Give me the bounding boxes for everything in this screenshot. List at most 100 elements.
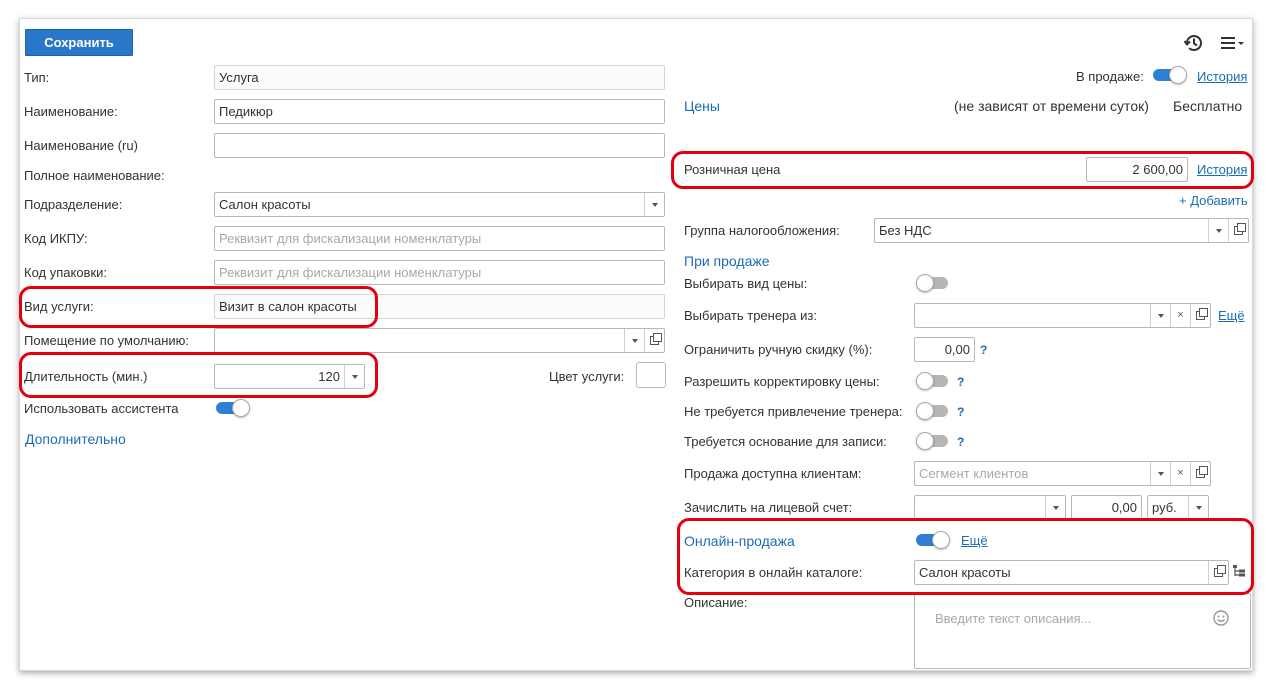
package-code-placeholder: Реквизит для фискализации номенклатуры — [219, 265, 482, 280]
room-dropdown-button[interactable] — [624, 329, 644, 352]
prices-section-title: Цены — [684, 98, 720, 114]
limit-discount-help-icon[interactable]: ? — [980, 342, 987, 358]
open-icon — [1234, 223, 1246, 235]
account-label: Зачислить на лицевой счет: — [684, 500, 853, 515]
duration-value: 120 — [318, 369, 340, 384]
description-label: Описание: — [684, 595, 748, 610]
name-ru-input[interactable] — [214, 133, 665, 158]
account-amount-value: 0,00 — [1111, 500, 1137, 515]
clients-dropdown-button[interactable] — [1150, 462, 1170, 485]
chevron-down-icon — [651, 202, 658, 207]
room-open-button[interactable] — [644, 329, 664, 352]
account-select[interactable] — [914, 495, 1066, 520]
room-select[interactable] — [214, 328, 665, 353]
duration-dropdown-button[interactable] — [344, 365, 364, 388]
description-textarea[interactable]: Введите текст описания... — [914, 593, 1251, 669]
online-sale-title: Онлайн-продажа — [684, 533, 795, 549]
chevron-down-icon — [1215, 228, 1222, 233]
duration-label: Длительность (мин.) — [24, 369, 148, 384]
close-icon: × — [1177, 467, 1184, 479]
type-field[interactable]: Услуга — [214, 65, 665, 90]
tax-group-open-button[interactable] — [1228, 219, 1248, 242]
account-dropdown-button[interactable] — [1045, 496, 1065, 519]
online-sale-toggle[interactable] — [916, 531, 950, 549]
menu-icon[interactable] — [1219, 34, 1247, 52]
tax-group-dropdown-button[interactable] — [1208, 219, 1228, 242]
tree-structure-icon[interactable] — [1232, 564, 1246, 578]
name-input[interactable]: Педикюр — [214, 99, 665, 124]
service-kind-field[interactable]: Визит в салон красоты — [214, 294, 665, 319]
tax-group-value: Без НДС — [879, 223, 932, 238]
on-sale-toggle[interactable] — [1153, 66, 1187, 84]
chevron-down-icon — [351, 374, 358, 379]
name-label: Наименование: — [24, 104, 118, 119]
additional-section-link[interactable]: Дополнительно — [25, 431, 126, 447]
limit-discount-label: Ограничить ручную скидку (%): — [684, 342, 873, 357]
choose-trainer-dropdown-button[interactable] — [1150, 304, 1170, 327]
room-label: Помещение по умолчанию: — [24, 333, 190, 348]
ikpu-placeholder: Реквизит для фискализации номенклатуры — [219, 231, 482, 246]
choose-trainer-more-link[interactable]: Ещё — [1218, 308, 1245, 324]
allow-price-edit-help-icon[interactable]: ? — [957, 374, 964, 390]
retail-price-input[interactable]: 2 600,00 — [1086, 157, 1188, 182]
duration-input[interactable]: 120 — [214, 364, 365, 389]
require-reason-toggle[interactable] — [916, 432, 950, 450]
retail-price-value: 2 600,00 — [1132, 162, 1183, 177]
department-dropdown-button[interactable] — [644, 193, 664, 216]
chevron-down-icon — [631, 338, 638, 343]
choose-price-toggle[interactable] — [916, 274, 950, 292]
package-code-input[interactable]: Реквизит для фискализации номенклатуры — [214, 260, 665, 285]
tax-group-label: Группа налогообложения: — [684, 223, 840, 238]
require-reason-help-icon[interactable]: ? — [957, 434, 964, 450]
catalog-category-select[interactable]: Салон красоты — [914, 560, 1229, 585]
account-currency-select[interactable]: руб. — [1147, 495, 1209, 520]
allow-price-edit-toggle[interactable] — [916, 372, 950, 390]
full-name-label: Полное наименование: — [24, 168, 165, 183]
choose-trainer-select[interactable]: × — [914, 303, 1211, 328]
history-icon[interactable] — [1183, 32, 1205, 54]
on-sale-section-title: При продаже — [684, 253, 770, 269]
clients-label: Продажа доступна клиентам: — [684, 466, 862, 481]
clients-select[interactable]: Сегмент клиентов × — [914, 461, 1211, 486]
no-trainer-help-icon[interactable]: ? — [957, 404, 964, 420]
emoji-icon[interactable] — [1212, 609, 1230, 627]
department-label: Подразделение: — [24, 197, 123, 212]
open-icon — [650, 333, 662, 345]
chevron-down-icon — [1157, 313, 1164, 318]
catalog-category-open-button[interactable] — [1208, 561, 1228, 584]
service-kind-value: Визит в салон красоты — [219, 299, 357, 314]
prices-note: (не зависят от времени суток) — [954, 98, 1149, 114]
on-sale-history-link[interactable]: История — [1197, 69, 1247, 85]
clients-open-button[interactable] — [1190, 462, 1210, 485]
online-sale-more-link[interactable]: Ещё — [961, 533, 988, 549]
clients-clear-button[interactable]: × — [1170, 462, 1190, 485]
account-currency-dropdown-button[interactable] — [1188, 496, 1208, 519]
chevron-down-icon — [1157, 471, 1164, 476]
name-ru-label: Наименование (ru) — [24, 138, 138, 153]
save-button[interactable]: Сохранить — [25, 29, 133, 56]
name-value: Педикюр — [219, 104, 273, 119]
color-label: Цвет услуги: — [549, 369, 625, 384]
on-sale-label: В продаже: — [1076, 69, 1144, 84]
ikpu-input[interactable]: Реквизит для фискализации номенклатуры — [214, 226, 665, 251]
limit-discount-input[interactable]: 0,00 — [914, 337, 975, 362]
assistant-toggle[interactable] — [216, 399, 250, 417]
retail-price-history-link[interactable]: История — [1197, 162, 1247, 178]
no-trainer-toggle[interactable] — [916, 402, 950, 420]
account-amount-input[interactable]: 0,00 — [1071, 495, 1142, 520]
choose-trainer-clear-button[interactable]: × — [1170, 304, 1190, 327]
type-value: Услуга — [219, 70, 259, 85]
department-select[interactable]: Салон красоты — [214, 192, 665, 217]
assistant-label: Использовать ассистента — [24, 401, 179, 416]
tax-group-select[interactable]: Без НДС — [874, 218, 1249, 243]
allow-price-edit-label: Разрешить корректировку цены: — [684, 374, 880, 389]
catalog-category-label: Категория в онлайн каталоге: — [684, 565, 863, 580]
choose-trainer-open-button[interactable] — [1190, 304, 1210, 327]
prices-free: Бесплатно — [1173, 98, 1243, 114]
close-icon: × — [1177, 309, 1184, 321]
choose-price-label: Выбирать вид цены: — [684, 276, 808, 291]
color-picker[interactable] — [636, 362, 666, 388]
ikpu-label: Код ИКПУ: — [24, 231, 88, 246]
add-price-link[interactable]: + Добавить — [1179, 193, 1248, 209]
choose-trainer-label: Выбирать тренера из: — [684, 308, 817, 323]
